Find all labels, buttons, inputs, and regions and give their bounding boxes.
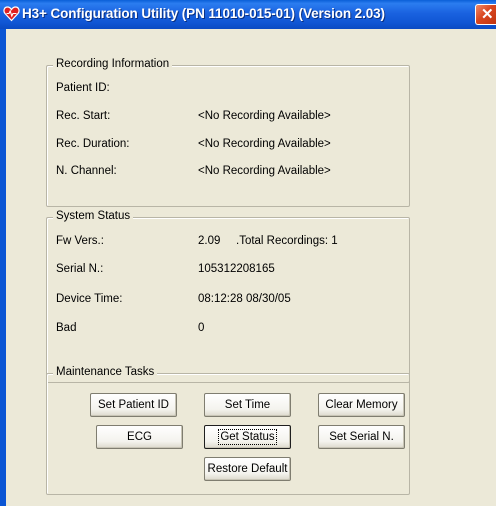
total-recordings: .Total Recordings: 1 — [236, 235, 338, 247]
fw-version-value: 2.09 — [198, 235, 221, 247]
dialog-content: Recording Information Patient ID: Rec. S… — [6, 29, 496, 506]
set-serial-label: Set Serial N. — [329, 431, 394, 443]
device-time-label: Device Time: — [56, 293, 123, 305]
maintenance-tasks-legend: Maintenance Tasks — [53, 366, 158, 378]
app-window: H3+ Configuration Utility (PN 11010-015-… — [0, 0, 496, 506]
rec-duration-label: Rec. Duration: — [56, 138, 130, 150]
fw-version-label: Fw Vers.: — [56, 235, 104, 247]
close-button[interactable]: ✕ — [475, 4, 496, 25]
set-patient-id-label: Set Patient ID — [98, 399, 169, 411]
system-status-legend: System Status — [53, 210, 134, 222]
rec-duration-value: <No Recording Available> — [198, 138, 331, 150]
set-time-label: Set Time — [224, 399, 271, 411]
n-channel-label: N. Channel: — [56, 165, 117, 177]
recording-info-legend: Recording Information — [53, 58, 173, 70]
rec-start-value: <No Recording Available> — [198, 110, 331, 122]
set-patient-id-button[interactable]: Set Patient ID — [90, 393, 177, 417]
clear-memory-button[interactable]: Clear Memory — [318, 393, 405, 417]
get-status-button[interactable]: Get Status — [204, 425, 291, 449]
bad-value: 0 — [198, 322, 205, 334]
device-time-value: 08:12:28 08/30/05 — [198, 293, 291, 305]
serial-value: 105312208165 — [198, 263, 275, 275]
restore-default-button[interactable]: Restore Default — [204, 457, 291, 481]
set-time-button[interactable]: Set Time — [204, 393, 291, 417]
clear-memory-label: Clear Memory — [325, 399, 398, 411]
rec-start-label: Rec. Start: — [56, 110, 111, 122]
n-channel-value: <No Recording Available> — [198, 165, 331, 177]
close-icon: ✕ — [481, 6, 494, 23]
ecg-label: ECG — [127, 431, 152, 443]
window-title: H3+ Configuration Utility (PN 11010-015-… — [22, 6, 385, 21]
patient-id-label: Patient ID: — [56, 82, 110, 94]
restore-default-label: Restore Default — [207, 463, 288, 475]
set-serial-button[interactable]: Set Serial N. — [318, 425, 405, 449]
heart-icon — [3, 5, 20, 22]
get-status-label: Get Status — [218, 429, 277, 445]
bad-label: Bad — [56, 322, 77, 334]
title-bar[interactable]: H3+ Configuration Utility (PN 11010-015-… — [0, 0, 496, 29]
serial-label: Serial N.: — [56, 263, 104, 275]
ecg-button[interactable]: ECG — [96, 425, 183, 449]
